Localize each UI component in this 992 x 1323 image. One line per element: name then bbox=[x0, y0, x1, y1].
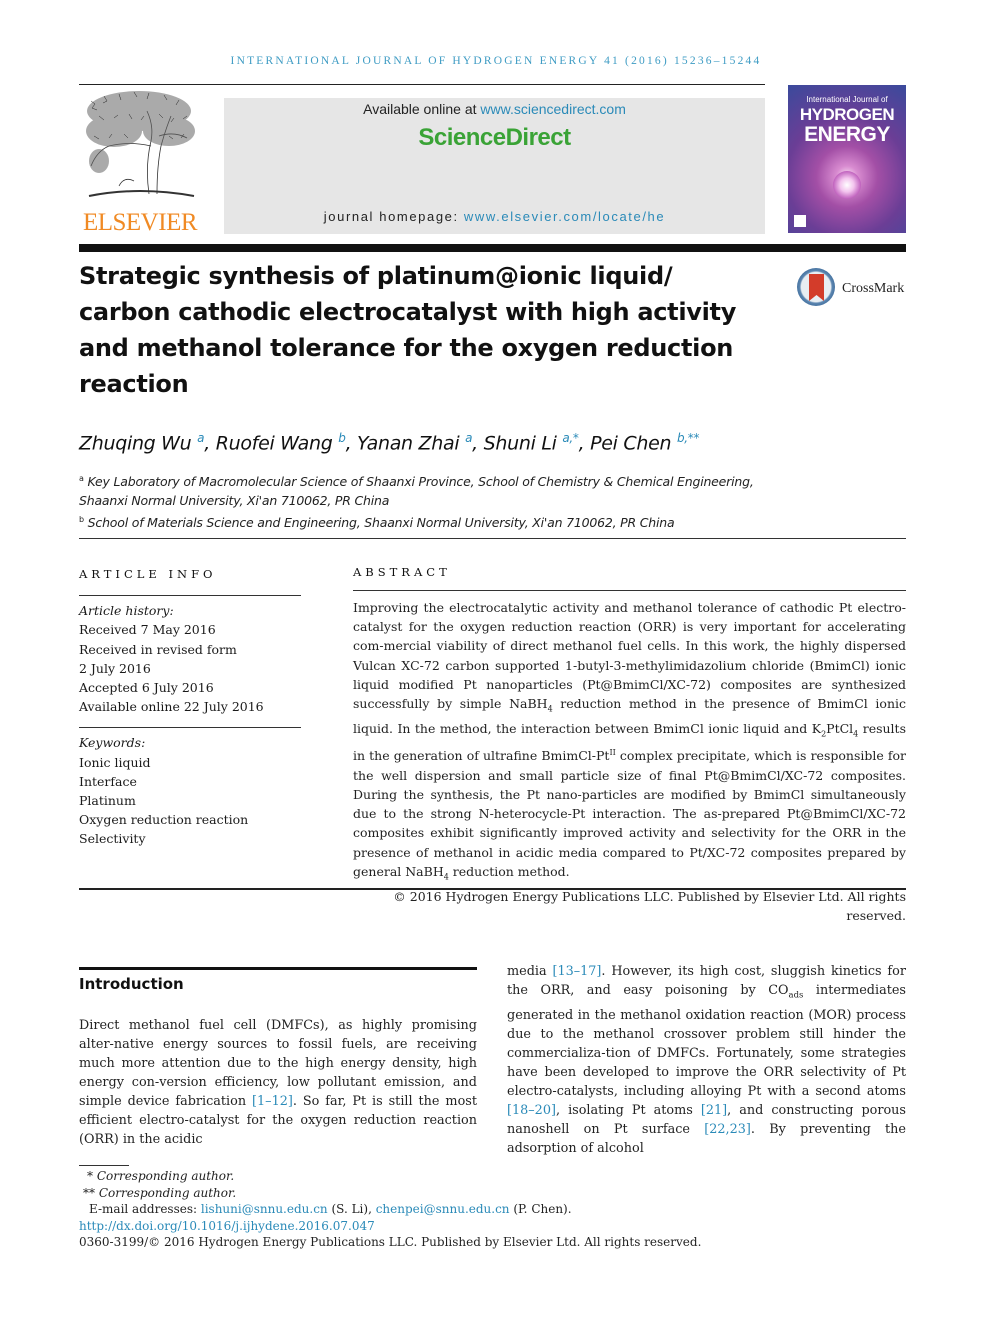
footnotes: * Corresponding author. ** Corresponding… bbox=[79, 1168, 779, 1251]
keyword-item[interactable]: Ionic liquid bbox=[79, 753, 301, 772]
abstract-copyright: © 2016 Hydrogen Energy Publications LLC.… bbox=[393, 888, 906, 923]
article-title: Strategic synthesis of platinum@ionic li… bbox=[79, 262, 737, 398]
introduction-left-column: Direct methanol fuel cell (DMFCs), as hi… bbox=[79, 1018, 477, 1147]
front-matter-end-rule bbox=[79, 888, 906, 890]
keyword-item[interactable]: Interface bbox=[79, 772, 301, 791]
article-info-rule bbox=[79, 595, 301, 597]
citation-link[interactable]: [21] bbox=[701, 1103, 727, 1118]
citation-link[interactable]: [1–12] bbox=[252, 1094, 293, 1109]
cover-journal-line1: International Journal of bbox=[806, 95, 888, 104]
journal-homepage-line: journal homepage: www.elsevier.com/locat… bbox=[323, 209, 666, 224]
cover-journal-line3: ENERGY bbox=[804, 123, 890, 146]
keyword-item[interactable]: Oxygen reduction reaction bbox=[79, 810, 301, 829]
history-item: 2 July 2016 bbox=[79, 660, 151, 676]
journal-homepage-link[interactable]: www.elsevier.com/locate/he bbox=[464, 209, 665, 224]
author-name[interactable]: Shuni Li bbox=[484, 432, 557, 454]
section-divider bbox=[79, 538, 906, 539]
introduction-rule bbox=[79, 967, 477, 970]
abstract-body: Improving the electrocatalytic activity … bbox=[353, 600, 906, 882]
footnote-rule bbox=[79, 1165, 129, 1166]
article-info-heading: ARTICLE INFO bbox=[79, 567, 217, 581]
history-label: Article history: bbox=[79, 603, 174, 619]
sciencedirect-logo[interactable]: ScienceDirect bbox=[224, 124, 765, 152]
affiliations: a Key Laboratory of Macromolecular Scien… bbox=[79, 469, 779, 532]
introduction-heading: Introduction bbox=[79, 975, 184, 993]
affiliation-b: b School of Materials Science and Engine… bbox=[79, 515, 675, 531]
author-affil-marker[interactable]: b,** bbox=[677, 431, 700, 445]
article-info-panel: ARTICLE INFO Article history: Received 7… bbox=[79, 565, 301, 849]
journal-cover-image[interactable]: International Journal of HYDROGEN ENERGY bbox=[788, 85, 906, 233]
author-name[interactable]: Pei Chen bbox=[590, 432, 671, 454]
email-link[interactable]: lishuni@snnu.edu.cn bbox=[201, 1202, 328, 1216]
cover-journal-line2: HYDROGEN bbox=[799, 105, 895, 124]
author-affil-marker[interactable]: a,* bbox=[562, 431, 579, 445]
author-name[interactable]: Ruofei Wang bbox=[216, 432, 333, 454]
author-list: Zhuqing Wu a, Ruofei Wang b, Yanan Zhai … bbox=[79, 431, 700, 455]
corresponding-author-note-1: * Corresponding author. bbox=[87, 1169, 235, 1183]
header-rule bbox=[79, 84, 765, 85]
history-item: Accepted 6 July 2016 bbox=[79, 680, 214, 696]
history-item: Received in revised form bbox=[79, 641, 237, 657]
keywords-label: Keywords: bbox=[79, 735, 146, 751]
email-link[interactable]: chenpei@snnu.edu.cn bbox=[376, 1202, 510, 1216]
citation-link[interactable]: [22,23] bbox=[704, 1122, 751, 1137]
sciencedirect-link[interactable]: www.sciencedirect.com bbox=[480, 101, 626, 117]
crossmark-button[interactable]: CrossMark bbox=[797, 268, 912, 310]
citation-link[interactable]: [13–17] bbox=[552, 964, 601, 979]
author-name[interactable]: Zhuqing Wu bbox=[79, 432, 192, 454]
email-line: E-mail addresses: lishuni@snnu.edu.cn (S… bbox=[89, 1202, 572, 1216]
running-head: INTERNATIONAL JOURNAL OF HYDROGEN ENERGY… bbox=[230, 55, 762, 67]
doi-link[interactable]: http://dx.doi.org/10.1016/j.ijhydene.201… bbox=[79, 1218, 779, 1235]
keywords-rule bbox=[79, 727, 301, 729]
author-affil-marker[interactable]: a bbox=[197, 431, 204, 445]
author-affil-marker[interactable]: b bbox=[338, 431, 346, 445]
affiliation-a: a Key Laboratory of Macromolecular Scien… bbox=[79, 474, 754, 509]
abstract-heading: ABSTRACT bbox=[353, 565, 451, 579]
sciencedirect-banner: Available online at www.sciencedirect.co… bbox=[224, 98, 765, 234]
elsevier-wordmark: ELSEVIER bbox=[82, 209, 198, 236]
history-item: Received 7 May 2016 bbox=[79, 622, 216, 638]
abstract-rule bbox=[353, 590, 906, 591]
masthead-divider bbox=[79, 244, 906, 252]
keyword-item[interactable]: Platinum bbox=[79, 791, 301, 810]
introduction-right-column: media [13–17]. However, its high cost, s… bbox=[507, 964, 906, 1156]
cover-orb-graphic bbox=[833, 171, 861, 199]
issn-copyright: 0360-3199/© 2016 Hydrogen Energy Publica… bbox=[79, 1235, 702, 1249]
corresponding-author-note-2: ** Corresponding author. bbox=[83, 1185, 237, 1200]
crossmark-label: CrossMark bbox=[842, 281, 905, 296]
elsevier-tree-icon bbox=[86, 91, 195, 197]
elsevier-logo[interactable]: ELSEVIER bbox=[79, 86, 201, 236]
abstract-panel: ABSTRACT Improving the electrocatalytic … bbox=[353, 565, 906, 925]
author-affil-marker[interactable]: a bbox=[465, 431, 472, 445]
available-online-line: Available online at www.sciencedirect.co… bbox=[363, 101, 626, 117]
history-item: Available online 22 July 2016 bbox=[79, 699, 264, 715]
keyword-item[interactable]: Selectivity bbox=[79, 829, 301, 848]
author-name[interactable]: Yanan Zhai bbox=[357, 432, 460, 454]
citation-link[interactable]: [18–20] bbox=[507, 1103, 556, 1118]
cover-publisher-mark bbox=[794, 215, 806, 227]
